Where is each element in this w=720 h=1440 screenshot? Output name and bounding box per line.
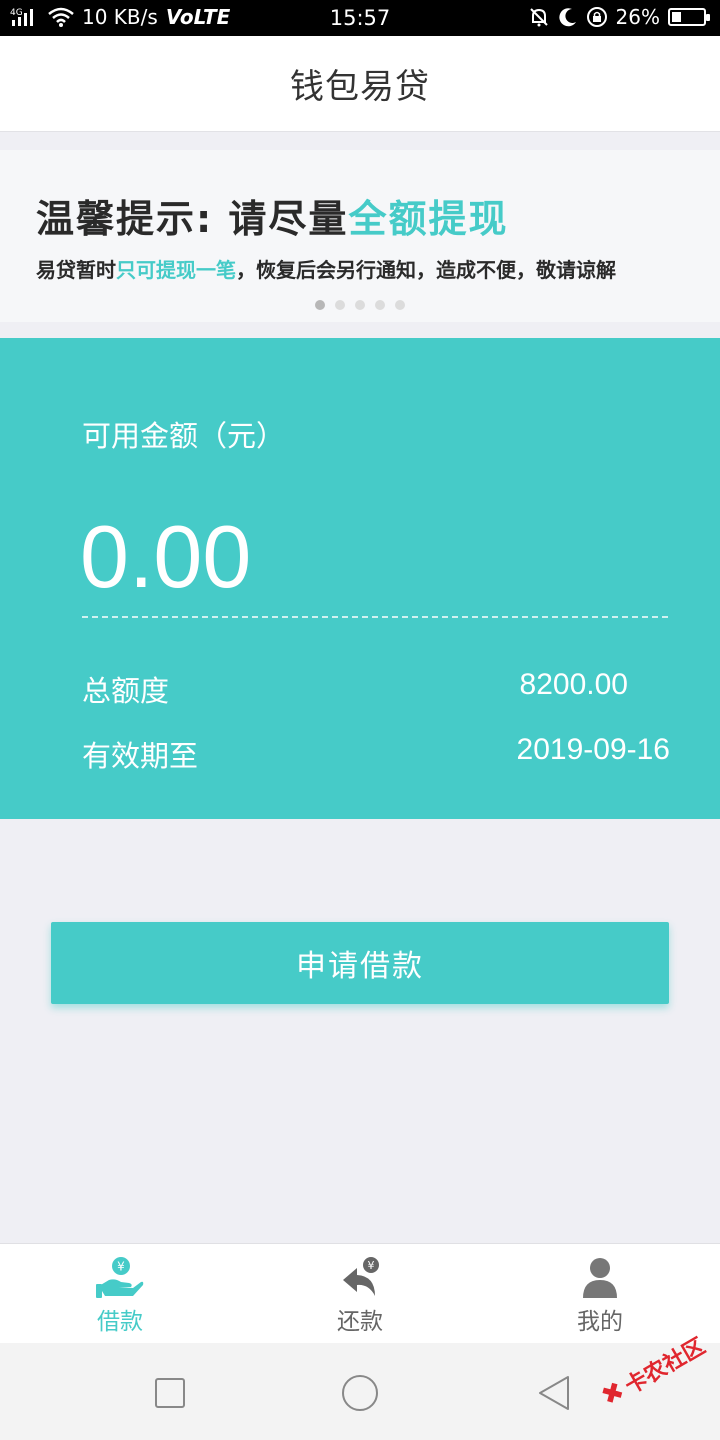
notice-banner[interactable]: 温馨提示: 请尽量全额提现 易贷暂时只可提现一笔，恢复后会另行通知，造成不便，敬… [0, 150, 720, 322]
person-icon [583, 1258, 617, 1298]
available-amount-value: 0.00 [80, 507, 252, 606]
total-limit-value: 8200.00 [519, 668, 628, 701]
banner-sub-suffix: ，恢复后会另行通知，造成不便，敬请谅解 [236, 258, 616, 282]
total-limit-label: 总额度 [82, 674, 170, 708]
app-header: 钱包易贷 [0, 36, 720, 132]
expiry-label: 有效期至 [82, 739, 199, 773]
available-amount-label: 可用金额（元） [82, 419, 286, 453]
moon-icon [558, 8, 576, 27]
recent-apps-icon[interactable] [150, 1373, 190, 1413]
pagination-dot[interactable] [355, 300, 365, 310]
apply-loan-button[interactable]: 申请借款 [51, 922, 669, 1004]
banner-sub-highlight: 只可提现一笔 [116, 258, 236, 282]
tab-borrow[interactable]: ¥ 借款 [0, 1244, 240, 1343]
banner-sub-prefix: 易贷暂时 [36, 258, 116, 282]
banner-pagination [0, 300, 720, 310]
tab-borrow-label: 借款 [97, 1309, 143, 1335]
return-arrow-yuan-icon: ¥ [343, 1257, 379, 1296]
mute-bell-icon [529, 8, 548, 27]
rotation-lock-icon [586, 7, 607, 27]
battery-icon [668, 8, 710, 26]
svg-text:¥: ¥ [117, 1260, 125, 1274]
hand-yuan-icon: ¥ [96, 1257, 144, 1298]
tab-repay[interactable]: ¥ 还款 [240, 1244, 480, 1343]
banner-subtext: 易贷暂时只可提现一笔，恢复后会另行通知，造成不便，敬请谅解 [36, 254, 616, 283]
back-icon[interactable] [534, 1373, 574, 1413]
tab-mine[interactable]: 我的 [480, 1244, 720, 1343]
total-limit-row: 总额度 8200.00 [82, 668, 670, 710]
battery-level [672, 12, 681, 22]
expiry-row: 有效期至 2019-09-16 [82, 733, 670, 775]
page-title: 钱包易贷 [290, 67, 430, 107]
credit-card: 可用金额（元） 0.00 总额度 8200.00 有效期至 2019-09-16 [0, 338, 720, 819]
banner-headline-highlight: 全额提现 [348, 197, 509, 241]
banner-headline: 温馨提示: 请尽量全额提现 [36, 188, 508, 243]
pagination-dot[interactable] [375, 300, 385, 310]
banner-headline-prefix: 温馨提示: 请尽量 [36, 197, 349, 241]
pagination-dot[interactable] [395, 300, 405, 310]
status-bar: 4G 10 KB/s VoLTE 15:57 26% [0, 0, 720, 36]
tab-repay-label: 还款 [337, 1309, 383, 1335]
pagination-dot[interactable] [315, 300, 325, 310]
dashed-divider [82, 616, 668, 618]
tab-mine-label: 我的 [577, 1309, 623, 1335]
svg-text:¥: ¥ [368, 1259, 375, 1272]
pagination-dot[interactable] [335, 300, 345, 310]
expiry-value: 2019-09-16 [516, 733, 670, 766]
battery-percent: 26% [615, 5, 660, 29]
bottom-tab-bar: ¥ 借款 ¥ 还款 我的 [0, 1243, 720, 1343]
status-right: 26% [528, 5, 710, 29]
home-icon[interactable] [340, 1373, 380, 1413]
